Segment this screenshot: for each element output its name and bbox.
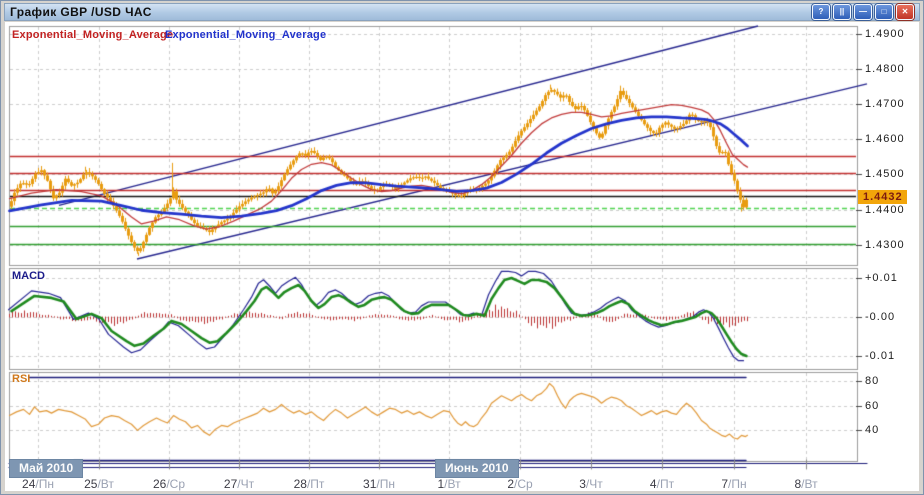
chart-canvas[interactable] [1,1,924,495]
chart-window: График GBP /USD ЧАС ? || — □ ✕ Exponenti… [0,0,924,495]
